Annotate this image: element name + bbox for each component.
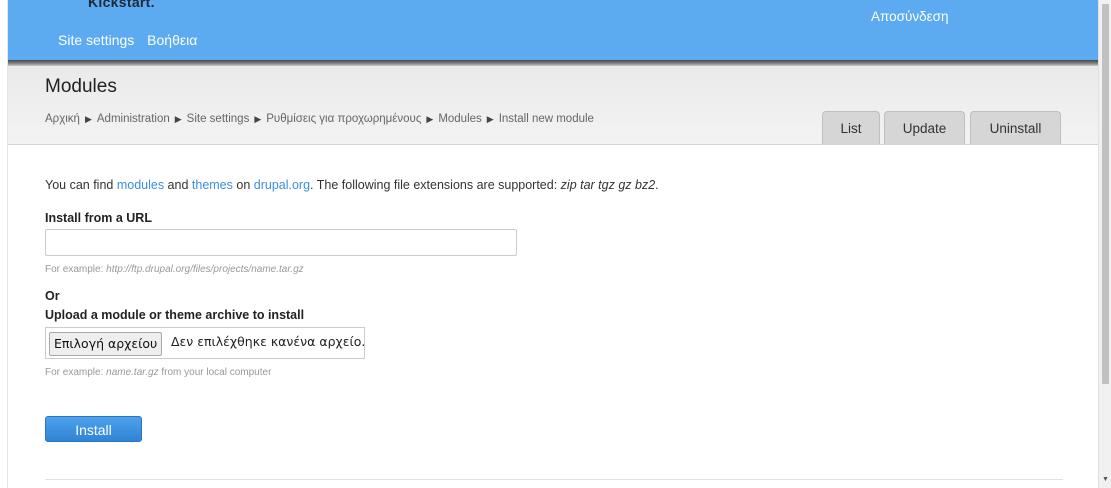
scroll-down-arrow-icon[interactable]: ▼: [1102, 476, 1109, 484]
nav-site-settings[interactable]: Site settings: [58, 32, 134, 48]
breadcrumb-site-settings[interactable]: Site settings: [187, 113, 250, 125]
breadcrumb-administration[interactable]: Administration: [97, 113, 170, 125]
modules-link[interactable]: modules: [117, 178, 164, 192]
upload-description-prefix: For example:: [45, 367, 107, 378]
or-label: Or: [45, 289, 60, 303]
breadcrumb-home[interactable]: Αρχική: [45, 113, 80, 125]
url-description: For example: http://ftp.drupal.org/files…: [45, 264, 304, 275]
breadcrumb: Αρχική ▶ Administration ▶ Site settings ▶ Ρυθμ…: [45, 113, 594, 125]
intro-text-part: . The following file extensions are supp…: [310, 178, 561, 192]
install-url-input[interactable]: [45, 229, 517, 256]
file-upload-field[interactable]: Επιλογή αρχείου Δεν επιλέχθηκε κανένα αρ…: [45, 327, 365, 359]
scrollbar-thumb[interactable]: [1102, 4, 1109, 384]
nav-help[interactable]: Βοήθεια: [147, 32, 197, 48]
upload-description-example: name.tar.gz: [106, 367, 159, 378]
url-label: Install from a URL: [45, 211, 152, 225]
file-status-text: Δεν επιλέχθηκε κανένα αρχείο.: [171, 334, 366, 349]
install-button[interactable]: Install: [45, 416, 142, 442]
intro-text: You can find modules and themes on drupa…: [45, 178, 659, 192]
tab-update[interactable]: Update: [884, 111, 965, 144]
choose-file-button[interactable]: Επιλογή αρχείου: [49, 332, 163, 356]
divider: [45, 479, 1063, 480]
tab-uninstall[interactable]: Uninstall: [970, 111, 1061, 144]
url-description-prefix: For example:: [45, 264, 107, 275]
breadcrumb-separator-icon: ▶: [254, 114, 262, 124]
intro-text-part: on: [232, 178, 254, 192]
intro-text-part: .: [655, 178, 659, 192]
tab-list[interactable]: List: [822, 111, 880, 144]
drupal-org-link[interactable]: drupal.org: [254, 178, 310, 192]
vertical-scrollbar[interactable]: ▼: [1098, 0, 1111, 488]
page-edge: [0, 0, 8, 488]
top-bar: Kickstart. Site settings Βοήθεια Αποσύνδ…: [8, 0, 1098, 60]
upload-description: For example: name.tar.gz from your local…: [45, 367, 271, 378]
breadcrumb-separator-icon: ▶: [486, 114, 494, 124]
logout-link[interactable]: Αποσύνδεση: [871, 9, 948, 24]
upload-label: Upload a module or theme archive to inst…: [45, 308, 305, 322]
breadcrumb-modules[interactable]: Modules: [438, 113, 481, 125]
breadcrumb-separator-icon: ▶: [84, 114, 92, 124]
page-title: Modules: [45, 76, 117, 97]
themes-link[interactable]: themes: [192, 178, 233, 192]
page-header: Modules Αρχική ▶ Administration ▶ Site setti…: [8, 66, 1098, 145]
url-description-example: http://ftp.drupal.org/files/projects/nam…: [106, 264, 304, 275]
intro-text-part: and: [164, 178, 192, 192]
breadcrumb-advanced-settings[interactable]: Ρυθμίσεις για προχωρημένους: [266, 113, 421, 125]
intro-text-part: You can find: [45, 178, 117, 192]
breadcrumb-separator-icon: ▶: [174, 114, 182, 124]
breadcrumb-separator-icon: ▶: [426, 114, 434, 124]
site-brand[interactable]: Kickstart.: [88, 0, 155, 10]
upload-description-suffix: from your local computer: [158, 367, 272, 378]
breadcrumb-install-new-module[interactable]: Install new module: [499, 113, 594, 125]
supported-extensions: zip tar tgz gz bz2: [560, 178, 656, 192]
top-nav: Site settings Βοήθεια: [58, 32, 206, 48]
